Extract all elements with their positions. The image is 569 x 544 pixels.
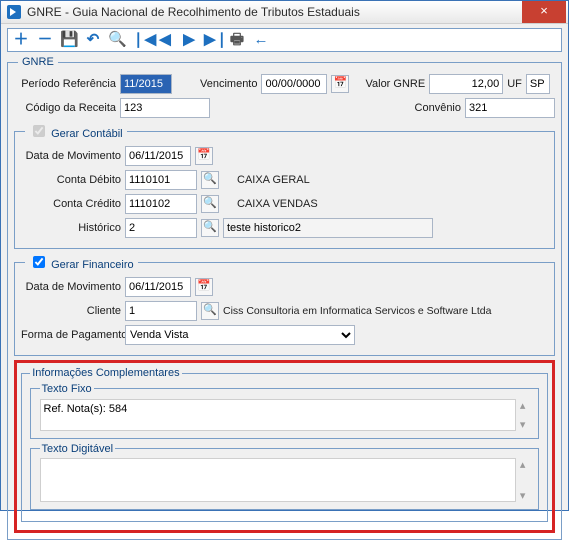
prev-icon[interactable]: ◀ (156, 31, 174, 49)
add-icon[interactable]: ＋ (12, 31, 30, 49)
codreceita-input[interactable] (120, 98, 210, 118)
calendar-icon[interactable]: 📅 (195, 278, 213, 296)
conta-credito-desc: CAIXA VENDAS (237, 198, 318, 210)
contabil-group: Gerar Contábil Data de Movimento 📅 Conta… (14, 122, 555, 249)
uf-input[interactable] (526, 74, 550, 94)
fin-data-input[interactable] (125, 277, 191, 297)
undo-icon[interactable]: ↶ (84, 31, 102, 49)
financeiro-group: Gerar Financeiro Data de Movimento 📅 Cli… (14, 253, 555, 356)
convenio-input[interactable] (465, 98, 555, 118)
historico-desc[interactable] (223, 218, 433, 238)
fin-data-label: Data de Movimento (21, 281, 121, 293)
texto-digit-area[interactable] (40, 458, 516, 502)
contabil-checkbox[interactable] (33, 125, 45, 137)
search-icon[interactable]: 🔍 (201, 302, 219, 320)
financeiro-cb-label: Gerar Financeiro (51, 259, 134, 271)
valor-input[interactable] (429, 74, 503, 94)
titlebar: GNRE - Guia Nacional de Recolhimento de … (1, 1, 568, 24)
remove-icon[interactable]: － (36, 31, 54, 49)
last-icon[interactable]: ▶❘ (204, 31, 222, 49)
vencimento-input[interactable] (261, 74, 327, 94)
back-icon[interactable]: ← (252, 31, 270, 49)
cliente-desc: Ciss Consultoria em Informatica Servicos… (223, 305, 491, 317)
periodo-input[interactable] (120, 74, 172, 94)
cliente-label: Cliente (21, 305, 121, 317)
conta-debito-desc: CAIXA GERAL (237, 174, 310, 186)
historico-label: Histórico (21, 222, 121, 234)
search-icon[interactable]: 🔍 (201, 171, 219, 189)
texto-fixo-legend: Texto Fixo (40, 383, 94, 395)
conta-credito-input[interactable] (125, 194, 197, 214)
cont-data-label: Data de Movimento (21, 150, 121, 162)
contabil-legend: Gerar Contábil (25, 122, 127, 140)
contabil-cb-label: Gerar Contábil (51, 128, 123, 140)
close-button[interactable]: × (522, 1, 566, 23)
forma-select[interactable]: Venda Vista (125, 325, 355, 345)
first-icon[interactable]: ❘◀ (132, 31, 150, 49)
codreceita-label: Código da Receita (14, 102, 116, 114)
window-title: GNRE - Guia Nacional de Recolhimento de … (27, 5, 360, 19)
texto-fixo-area: Ref. Nota(s): 584 (40, 399, 516, 431)
periodo-label: Período Referência (14, 78, 116, 90)
texto-fixo-group: Texto Fixo Ref. Nota(s): 584 ▴▾ (30, 383, 539, 439)
app-icon (7, 5, 21, 19)
scroll-icon[interactable]: ▴▾ (516, 399, 530, 431)
search-icon[interactable]: 🔍 (201, 195, 219, 213)
cont-data-input[interactable] (125, 146, 191, 166)
toolbar: ＋ － 💾 ↶ 🔍 ❘◀ ◀ ▶ ▶❘ 🖶 ← (7, 28, 562, 52)
gnre-legend: GNRE (18, 56, 58, 68)
save-icon[interactable]: 💾 (60, 31, 78, 49)
calendar-icon[interactable]: 📅 (331, 75, 349, 93)
conta-debito-input[interactable] (125, 170, 197, 190)
info-compl-legend: Informações Complementares (30, 367, 181, 379)
scroll-icon[interactable]: ▴▾ (516, 458, 530, 502)
financeiro-legend: Gerar Financeiro (25, 253, 138, 271)
texto-digit-legend: Texto Digitável (40, 443, 116, 455)
vencimento-label: Vencimento (200, 78, 257, 90)
financeiro-checkbox[interactable] (33, 256, 45, 268)
cliente-input[interactable] (125, 301, 197, 321)
texto-digit-group: Texto Digitável ▴▾ (30, 443, 539, 511)
search-icon[interactable]: 🔍 (108, 31, 126, 49)
app-window: GNRE - Guia Nacional de Recolhimento de … (0, 0, 569, 511)
historico-input[interactable] (125, 218, 197, 238)
convenio-label: Convênio (415, 102, 461, 114)
forma-label: Forma de Pagamento (21, 329, 121, 341)
uf-label: UF (507, 78, 522, 90)
conta-debito-label: Conta Débito (21, 174, 121, 186)
calendar-icon[interactable]: 📅 (195, 147, 213, 165)
info-compl-group: Informações Complementares Texto Fixo Re… (21, 367, 548, 522)
next-icon[interactable]: ▶ (180, 31, 198, 49)
search-icon[interactable]: 🔍 (201, 219, 219, 237)
print-icon[interactable]: 🖶 (228, 31, 246, 49)
info-compl-highlight: Informações Complementares Texto Fixo Re… (14, 360, 555, 533)
valor-label: Valor GNRE (365, 78, 425, 90)
conta-credito-label: Conta Crédito (21, 198, 121, 210)
gnre-group: GNRE Período Referência Vencimento 📅 Val… (7, 56, 562, 540)
